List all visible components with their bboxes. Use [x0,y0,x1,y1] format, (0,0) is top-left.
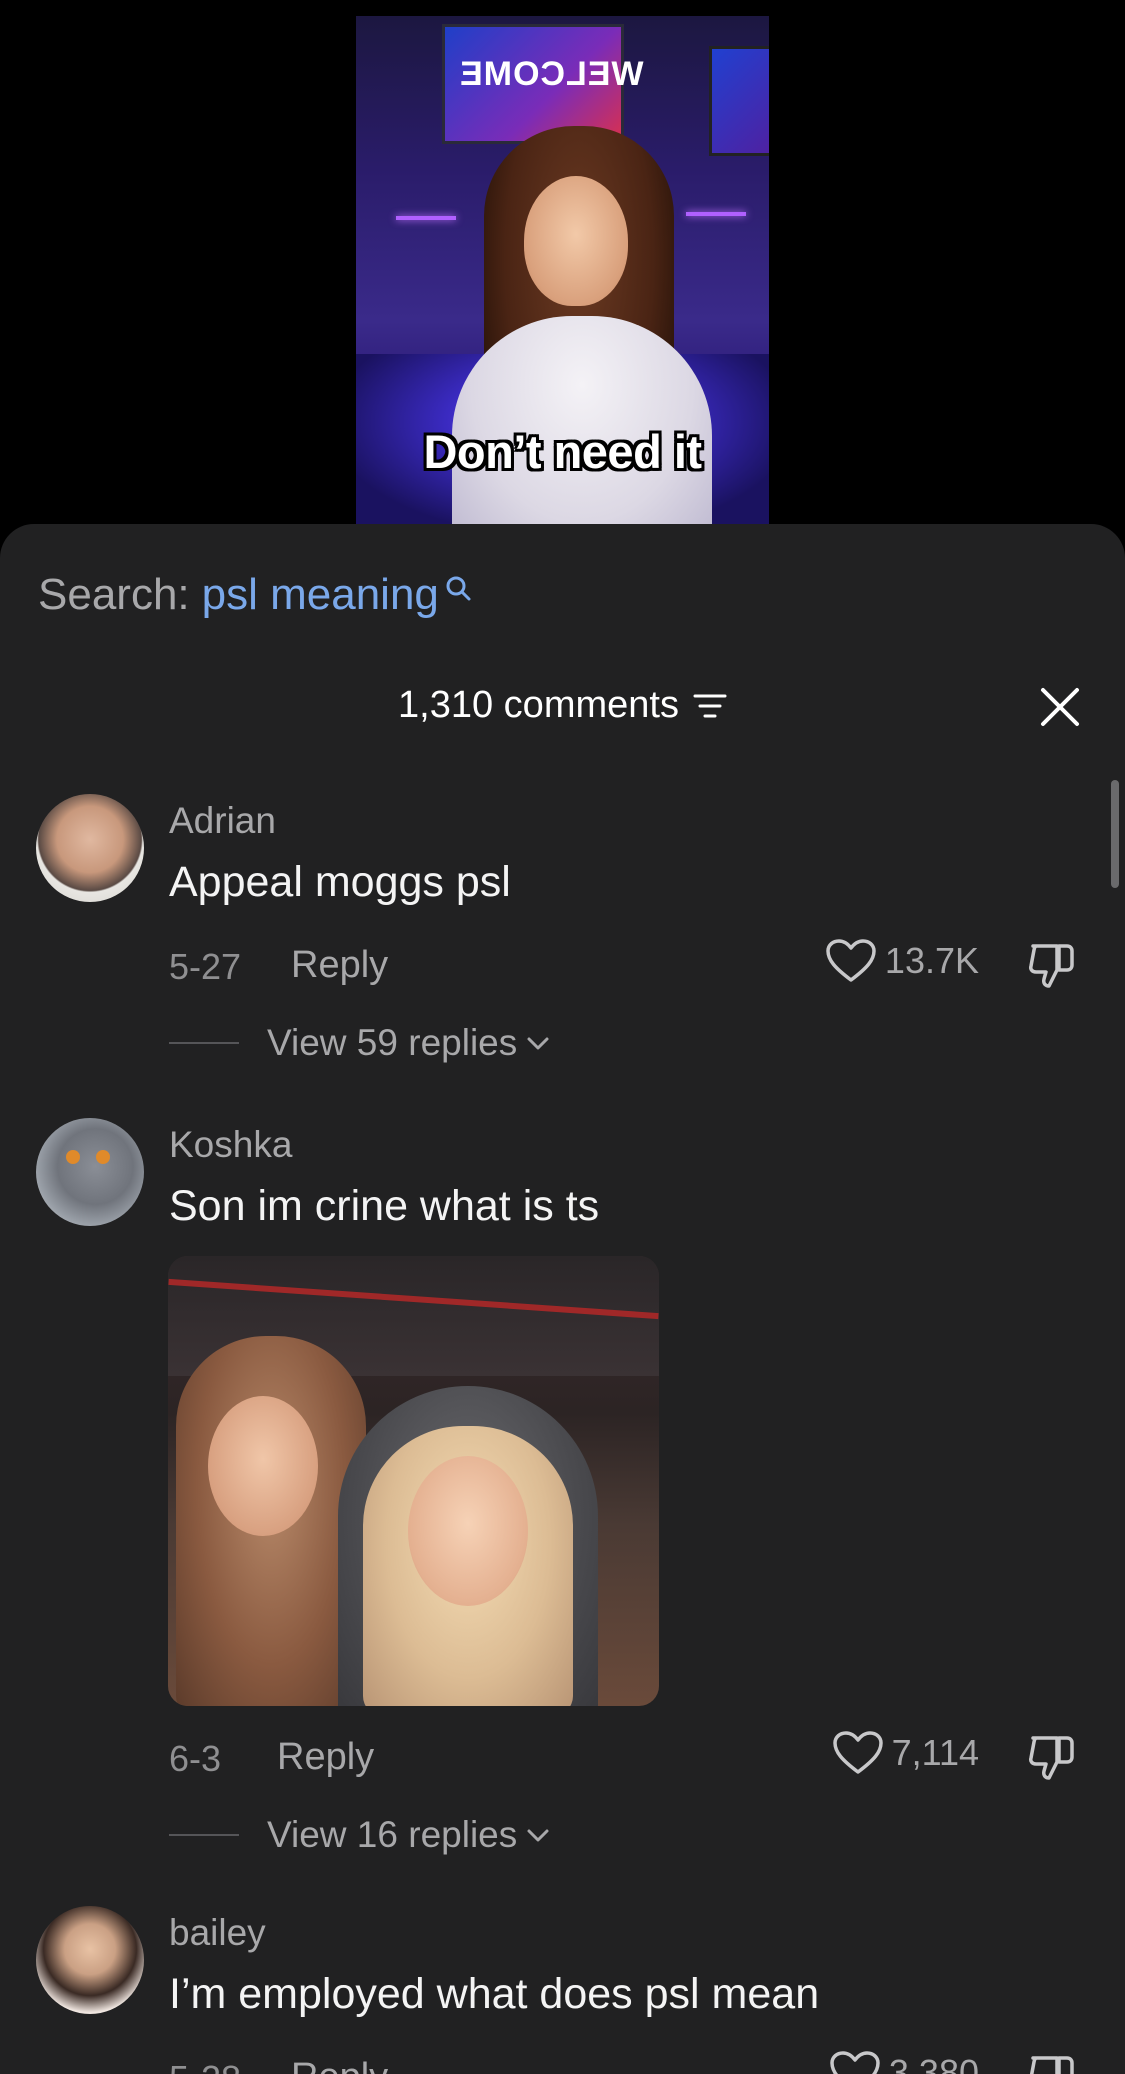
avatar[interactable] [36,794,144,902]
reply-button[interactable]: Reply [291,2056,388,2074]
video-player[interactable]: WELCOME Don’t need it [356,16,769,524]
neon-light [396,216,456,220]
comment-count-label: 1,310 comments [398,684,679,726]
comment-count[interactable]: 1,310 comments [398,684,727,727]
search-label: Search: [38,570,190,619]
search-icon[interactable] [443,574,473,604]
person-face [524,176,628,306]
view-replies-label: View 59 replies [267,1022,518,1063]
image-person-right-face [408,1456,528,1606]
like-button[interactable]: 7,114 [832,1730,979,1776]
comments-header: 1,310 comments [0,684,1125,727]
dislike-icon[interactable] [1027,1732,1077,1784]
chevron-down-icon [527,1037,549,1050]
person-shirt [452,316,712,524]
avatar[interactable] [36,1118,144,1226]
heart-icon [830,2051,880,2074]
comment-text: Son im crine what is ts [169,1182,600,1230]
welcome-sign-text: WELCOME [459,55,644,93]
comment-username[interactable]: bailey [169,1912,266,1954]
like-button[interactable]: 13.7K [825,938,979,984]
search-suggestion[interactable]: Search: psl meaning [38,570,473,620]
image-person-left-face [208,1396,318,1536]
comment-image[interactable] [168,1256,659,1706]
comments-sheet: Search: psl meaning 1,310 comments Adria… [0,524,1125,2074]
like-button[interactable]: 3,380 [829,2050,979,2074]
comment-date: 6-3 [169,1738,222,1779]
divider-line [169,1834,239,1836]
comment-username[interactable]: Adrian [169,800,276,842]
comment-date: 5-27 [169,946,242,987]
like-count: 7,114 [891,1732,979,1773]
avatar-eye [96,1150,110,1164]
avatar-eye [66,1150,80,1164]
view-replies-button[interactable]: View 16 replies [169,1814,551,1856]
like-count: 13.7K [884,940,979,981]
reply-button[interactable]: Reply [291,944,388,987]
neon-light [686,212,746,216]
video-caption: Don’t need it [423,425,702,478]
reply-button[interactable]: Reply [277,1736,374,1779]
like-count: 3,380 [888,2052,979,2074]
comment-text: I’m employed what does psl mean [169,1970,820,2018]
comment-text: Appeal moggs psl [169,858,511,906]
background-screen [709,46,769,156]
filter-icon[interactable] [693,692,727,720]
heart-icon [826,939,876,982]
dislike-icon[interactable] [1027,2052,1077,2074]
chevron-down-icon [527,1829,549,1842]
comment-username[interactable]: Koshka [169,1124,292,1166]
dislike-icon[interactable] [1027,940,1077,992]
comment-date: 5-28 [169,2058,241,2074]
view-replies-label: View 16 replies [267,1814,518,1855]
avatar[interactable] [36,1906,144,2014]
scrollbar[interactable] [1111,780,1119,888]
heart-icon [832,1731,883,1774]
view-replies-button[interactable]: View 59 replies [169,1022,551,1064]
close-icon[interactable] [1037,684,1083,730]
search-term-link[interactable]: psl meaning [202,570,439,620]
divider-line [169,1042,239,1044]
